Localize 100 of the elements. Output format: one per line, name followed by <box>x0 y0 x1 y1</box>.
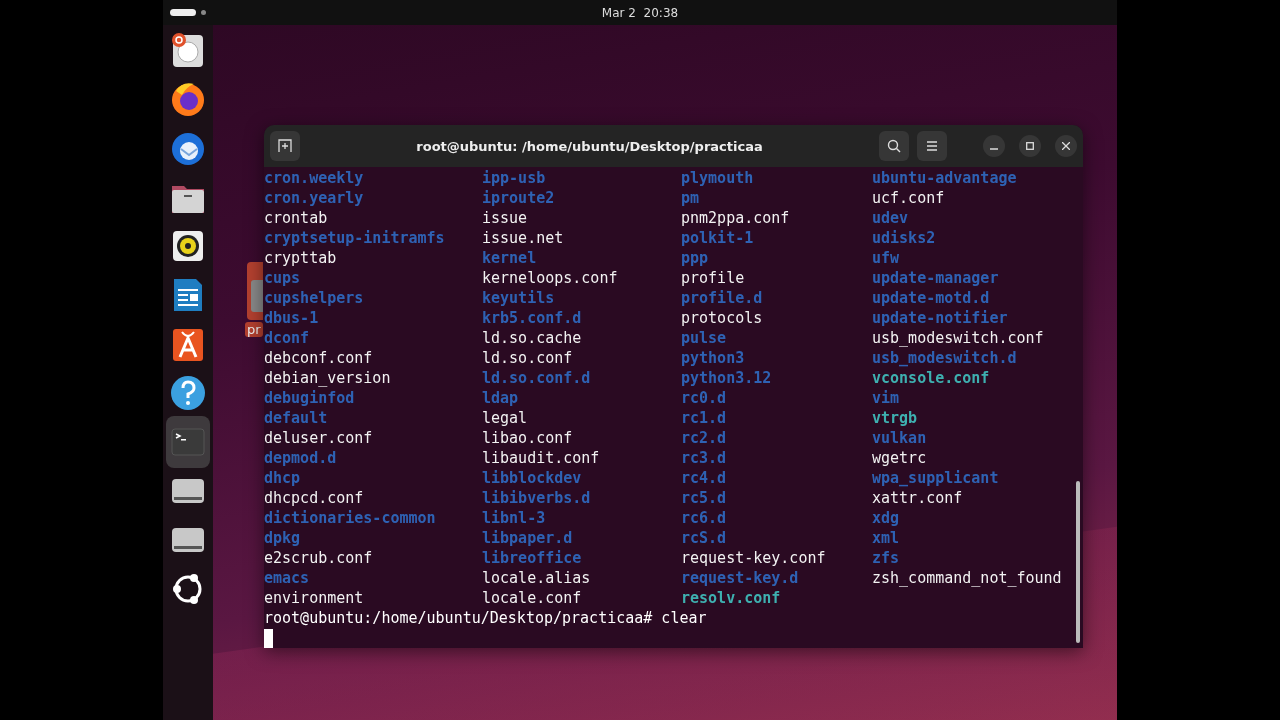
directory-name: zfs <box>872 548 900 568</box>
directory-name: rc3.d <box>681 448 727 468</box>
maximize-button[interactable] <box>1019 135 1041 157</box>
directory-name: cryptsetup-initramfs <box>264 228 445 248</box>
directory-name: cron.yearly <box>264 188 364 208</box>
directory-name: emacs <box>264 568 310 588</box>
text-cursor <box>264 629 273 648</box>
file-name: kerneloops.conf <box>482 268 618 288</box>
scrollbar[interactable] <box>1076 481 1080 643</box>
menu-icon <box>926 140 938 152</box>
workspace-indicator[interactable] <box>170 9 196 16</box>
directory-name: rc6.d <box>681 508 727 528</box>
directory-name: cron.weekly <box>264 168 364 188</box>
file-name: usb_modeswitch.conf <box>872 328 1044 348</box>
file-name: environment <box>264 588 364 608</box>
file-name: ld.so.conf <box>482 348 573 368</box>
minimize-button[interactable] <box>983 135 1005 157</box>
directory-name: update-motd.d <box>872 288 990 308</box>
directory-name: krb5.conf.d <box>482 308 582 328</box>
file-name: legal <box>482 408 528 428</box>
directory-name: rc0.d <box>681 388 727 408</box>
file-name: e2scrub.conf <box>264 548 373 568</box>
directory-name: iproute2 <box>482 188 555 208</box>
window-title: root@ubuntu: /home/ubuntu/Desktop/practicaa <box>415 138 764 154</box>
directory-name: plymouth <box>681 168 754 188</box>
directory-name: debuginfod <box>264 388 355 408</box>
close-icon <box>1062 142 1070 150</box>
directory-name: pulse <box>681 328 727 348</box>
directory-name: profile.d <box>681 288 763 308</box>
file-name: crypttab <box>264 248 337 268</box>
file-name: libaudit.conf <box>482 448 600 468</box>
maximize-icon <box>1026 142 1034 150</box>
menu-button[interactable] <box>917 131 947 161</box>
symlink-name: vtrgb <box>872 408 918 428</box>
directory-name: dbus-1 <box>264 308 319 328</box>
directory-name: usb_modeswitch.d <box>872 348 1017 368</box>
clock[interactable]: Mar 2 20:38 <box>601 5 679 20</box>
directory-name: rcS.d <box>681 528 727 548</box>
directory-name: xdg <box>872 508 900 528</box>
search-button[interactable] <box>879 131 909 161</box>
directory-name: vulkan <box>872 428 927 448</box>
directory-name: ubuntu-advantage <box>872 168 1017 188</box>
symlink-name: vconsole.conf <box>872 368 990 388</box>
directory-name: libnl-3 <box>482 508 546 528</box>
directory-name: xml <box>872 528 900 548</box>
directory-name: ppp <box>681 248 709 268</box>
file-name: zsh_command_not_found <box>872 568 1062 588</box>
file-name: locale.alias <box>482 568 591 588</box>
directory-name: dictionaries-common <box>264 508 436 528</box>
directory-name: rc4.d <box>681 468 727 488</box>
close-button[interactable] <box>1055 135 1077 157</box>
desktop-icon-label[interactable]: pr <box>245 322 263 337</box>
new-tab-button[interactable] <box>270 131 300 161</box>
directory-name: ld.so.conf.d <box>482 368 591 388</box>
file-name: debian_version <box>264 368 391 388</box>
directory-name: default <box>264 408 328 428</box>
directory-name: polkit-1 <box>681 228 754 248</box>
directory-name: keyutils <box>482 288 555 308</box>
directory-name: kernel <box>482 248 537 268</box>
directory-name: dconf <box>264 328 310 348</box>
file-name: crontab <box>264 208 328 228</box>
directory-name: vim <box>872 388 900 408</box>
directory-name: cupshelpers <box>264 288 364 308</box>
file-name: issue.net <box>482 228 564 248</box>
directory-name: request-key.d <box>681 568 799 588</box>
directory-name: dhcp <box>264 468 301 488</box>
help-icon[interactable] <box>168 373 208 413</box>
file-name: pnm2ppa.conf <box>681 208 790 228</box>
directory-name: ldap <box>482 388 519 408</box>
directory-name: libibverbs.d <box>482 488 591 508</box>
directory-name: update-notifier <box>872 308 1008 328</box>
file-name: deluser.conf <box>264 428 373 448</box>
file-name: request-key.conf <box>681 548 826 568</box>
search-icon <box>887 139 901 153</box>
directory-name: libblockdev <box>482 468 582 488</box>
file-name: issue <box>482 208 528 228</box>
directory-name: udev <box>872 208 909 228</box>
directory-name: libreoffice <box>482 548 582 568</box>
directory-name: python3.12 <box>681 368 772 388</box>
file-name: locale.conf <box>482 588 582 608</box>
file-name: ld.so.cache <box>482 328 582 348</box>
file-name: protocols <box>681 308 763 328</box>
directory-name: rc5.d <box>681 488 727 508</box>
file-name: wgetrc <box>872 448 927 468</box>
file-name: ucf.conf <box>872 188 945 208</box>
directory-name: ipp-usb <box>482 168 546 188</box>
directory-name: dpkg <box>264 528 301 548</box>
directory-name: libpaper.d <box>482 528 573 548</box>
file-name: xattr.conf <box>872 488 963 508</box>
file-name: profile <box>681 268 745 288</box>
directory-name: depmod.d <box>264 448 337 468</box>
file-name: dhcpcd.conf <box>264 488 364 508</box>
file-name: debconf.conf <box>264 348 373 368</box>
directory-name: pm <box>681 188 700 208</box>
directory-name: ufw <box>872 248 900 268</box>
command-line: root@ubuntu:/home/ubuntu/Desktop/practicaa# clear <box>264 608 707 628</box>
workspace-indicator[interactable] <box>201 10 206 15</box>
directory-name: rc1.d <box>681 408 727 428</box>
new-tab-icon <box>278 139 292 153</box>
directory-name: udisks2 <box>872 228 936 248</box>
